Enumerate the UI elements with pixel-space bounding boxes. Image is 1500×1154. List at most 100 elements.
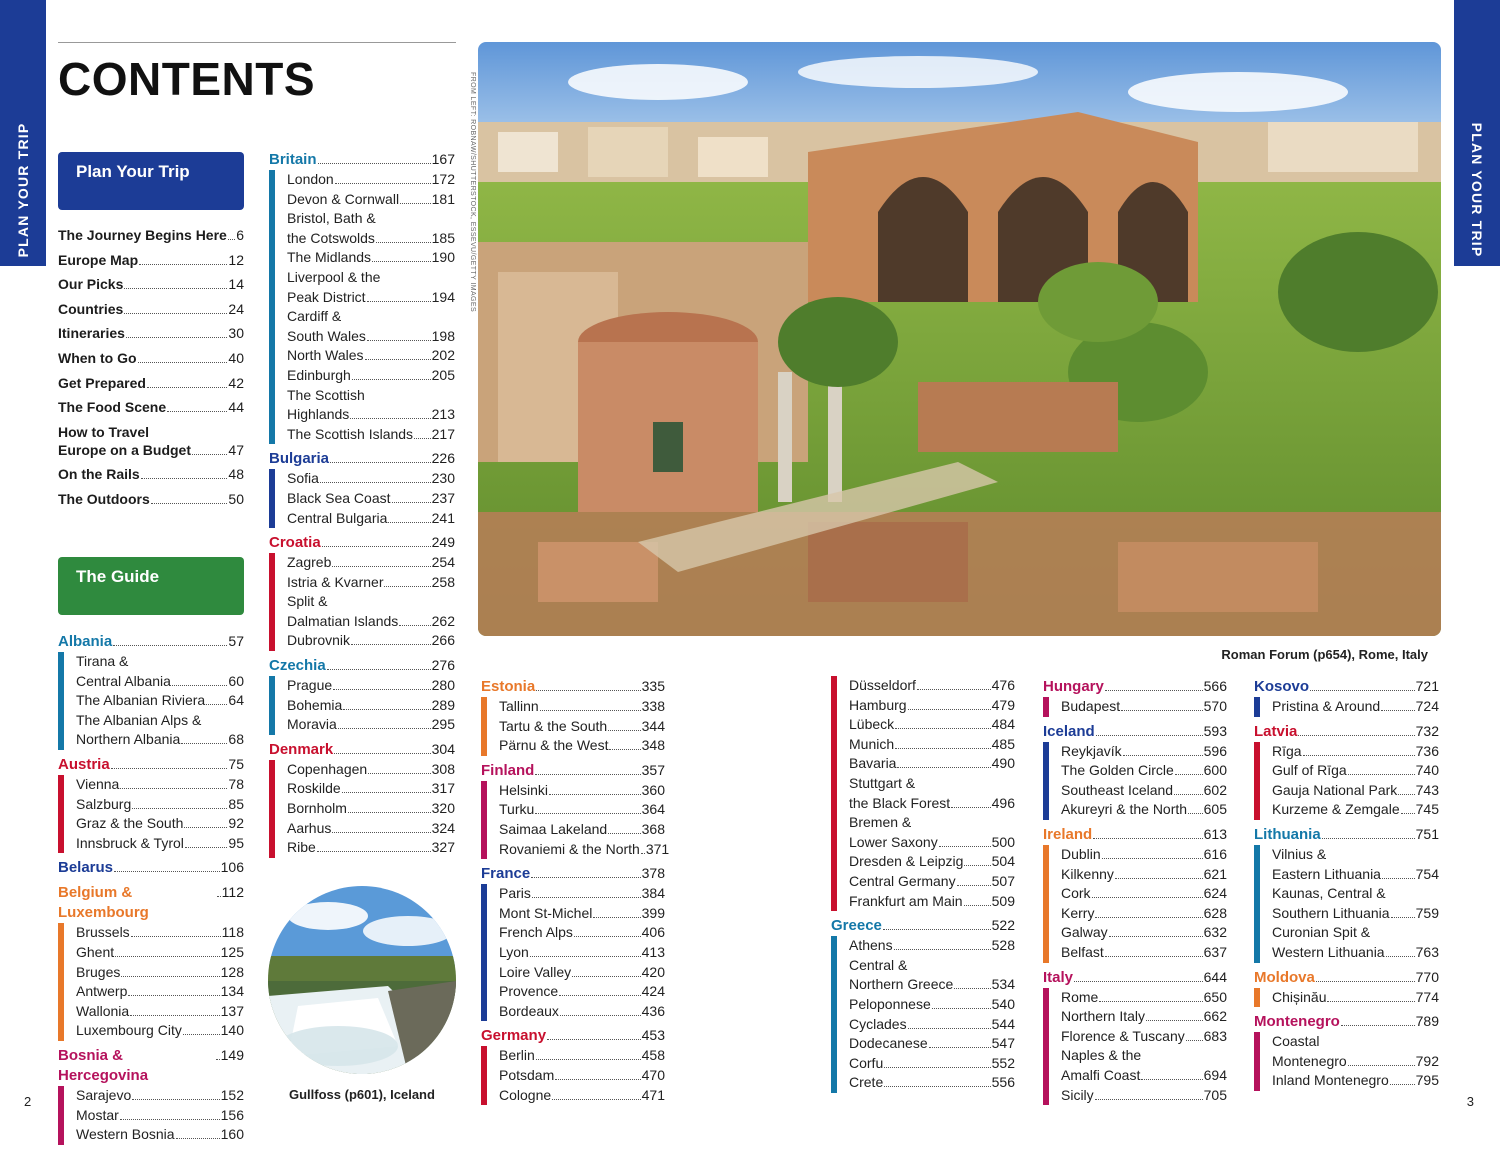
city-entry[interactable]: Central Bulgaria 241 [287, 509, 455, 529]
city-entry[interactable]: Inland Montenegro 795 [1272, 1071, 1439, 1091]
country-heading[interactable]: Denmark 304 [269, 739, 455, 760]
plan-item[interactable]: When to Go 40 [58, 349, 244, 367]
city-entry[interactable]: Bavaria 490 [849, 754, 1015, 774]
city-label-line1[interactable]: Stuttgart & [849, 774, 1015, 794]
city-entry[interactable]: Paris 384 [499, 884, 665, 904]
city-entry[interactable]: Prague 280 [287, 676, 455, 696]
city-entry[interactable]: Devon & Cornwall 181 [287, 190, 455, 210]
city-entry[interactable]: Cologne 471 [499, 1086, 665, 1106]
city-label-line1[interactable]: The Albanian Alps & [76, 711, 244, 731]
city-entry[interactable]: Graz & the South 92 [76, 814, 244, 834]
plan-item[interactable]: Get Prepared 42 [58, 374, 244, 392]
city-entry[interactable]: Edinburgh 205 [287, 366, 455, 386]
city-entry[interactable]: Amalfi Coast 694 [1061, 1066, 1227, 1086]
city-entry[interactable]: Düsseldorf 476 [849, 676, 1015, 696]
city-entry[interactable]: Rīga 736 [1272, 742, 1439, 762]
city-entry[interactable]: Western Lithuania 763 [1272, 943, 1439, 963]
city-entry[interactable]: Potsdam 470 [499, 1066, 665, 1086]
city-entry[interactable]: South Wales 198 [287, 327, 455, 347]
city-label-line1[interactable]: Bremen & [849, 813, 1015, 833]
city-entry[interactable]: Ribe 327 [287, 838, 455, 858]
country-heading[interactable]: Lithuania 751 [1254, 824, 1439, 845]
city-entry[interactable]: Moravia 295 [287, 715, 455, 735]
plan-item[interactable]: The Outdoors 50 [58, 490, 244, 508]
city-entry[interactable]: Northern Greece 534 [849, 975, 1015, 995]
city-entry[interactable]: Corfu 552 [849, 1054, 1015, 1074]
city-label-line1[interactable]: Kaunas, Central & [1272, 884, 1439, 904]
city-entry[interactable]: Southern Lithuania 759 [1272, 904, 1439, 924]
city-entry[interactable]: Helsinki 360 [499, 781, 665, 801]
city-label-line1[interactable]: Curonian Spit & [1272, 923, 1439, 943]
city-label-line1[interactable]: Central & [849, 956, 1015, 976]
city-entry[interactable]: Wallonia 137 [76, 1002, 244, 1022]
city-entry[interactable]: Peak District 194 [287, 288, 455, 308]
city-entry[interactable]: Pristina & Around 724 [1272, 697, 1439, 717]
city-entry[interactable]: Dalmatian Islands 262 [287, 612, 455, 632]
city-entry[interactable]: Dresden & Leipzig 504 [849, 852, 1015, 872]
city-entry[interactable]: Eastern Lithuania 754 [1272, 865, 1439, 885]
country-heading[interactable]: Hungary 566 [1043, 676, 1227, 697]
city-label-line1[interactable]: Split & [287, 592, 455, 612]
city-entry[interactable]: Provence 424 [499, 982, 665, 1002]
city-entry[interactable]: Crete 556 [849, 1073, 1015, 1093]
country-heading[interactable]: Austria 75 [58, 754, 244, 775]
city-entry[interactable]: London 172 [287, 170, 455, 190]
city-entry[interactable]: Reykjavík 596 [1061, 742, 1227, 762]
city-entry[interactable]: Copenhagen 308 [287, 760, 455, 780]
city-entry[interactable]: Pärnu & the West 348 [499, 736, 665, 756]
city-entry[interactable]: Northern Italy 662 [1061, 1007, 1227, 1027]
city-entry[interactable]: Central Germany 507 [849, 872, 1015, 892]
city-entry[interactable]: Northern Albania 68 [76, 730, 244, 750]
city-entry[interactable]: Hamburg 479 [849, 696, 1015, 716]
city-entry[interactable]: Galway 632 [1061, 923, 1227, 943]
city-entry[interactable]: Cyclades 544 [849, 1015, 1015, 1035]
city-entry[interactable]: Mostar 156 [76, 1106, 244, 1126]
city-label-line1[interactable]: Naples & the [1061, 1046, 1227, 1066]
city-entry[interactable]: Vienna 78 [76, 775, 244, 795]
city-entry[interactable]: Antwerp 134 [76, 982, 244, 1002]
plan-item[interactable]: Countries 24 [58, 300, 244, 318]
city-entry[interactable]: Turku 364 [499, 800, 665, 820]
city-entry[interactable]: Kerry 628 [1061, 904, 1227, 924]
country-heading[interactable]: Albania 57 [58, 631, 244, 652]
city-entry[interactable]: Southeast Iceland 602 [1061, 781, 1227, 801]
plan-item[interactable]: Itineraries 30 [58, 324, 244, 342]
country-heading[interactable]: Croatia 249 [269, 532, 455, 553]
country-heading[interactable]: France 378 [481, 863, 665, 884]
city-entry[interactable]: Akureyri & the North 605 [1061, 800, 1227, 820]
country-heading[interactable]: Ireland 613 [1043, 824, 1227, 845]
city-entry[interactable]: Chișinău 774 [1272, 988, 1439, 1008]
city-label-line1[interactable]: Tirana & [76, 652, 244, 672]
country-heading[interactable]: Germany 453 [481, 1025, 665, 1046]
city-entry[interactable]: Loire Valley 420 [499, 963, 665, 983]
city-entry[interactable]: Mont St-Michel 399 [499, 904, 665, 924]
city-entry[interactable]: The Scottish Islands 217 [287, 425, 455, 445]
city-entry[interactable]: Frankfurt am Main 509 [849, 892, 1015, 912]
city-entry[interactable]: Tallinn 338 [499, 697, 665, 717]
city-entry[interactable]: Berlin 458 [499, 1046, 665, 1066]
city-entry[interactable]: Munich 485 [849, 735, 1015, 755]
city-entry[interactable]: Peloponnese 540 [849, 995, 1015, 1015]
city-entry[interactable]: Saimaa Lakeland 368 [499, 820, 665, 840]
city-entry[interactable]: Bruges 128 [76, 963, 244, 983]
city-label-line1[interactable]: The Scottish [287, 386, 455, 406]
city-entry[interactable]: Cork 624 [1061, 884, 1227, 904]
city-entry[interactable]: Lübeck 484 [849, 715, 1015, 735]
city-entry[interactable]: Bordeaux 436 [499, 1002, 665, 1022]
city-label-line1[interactable]: Coastal [1272, 1032, 1439, 1052]
country-heading[interactable]: Estonia 335 [481, 676, 665, 697]
city-entry[interactable]: Highlands 213 [287, 405, 455, 425]
city-entry[interactable]: Budapest 570 [1061, 697, 1227, 717]
city-entry[interactable]: Bornholm 320 [287, 799, 455, 819]
city-entry[interactable]: Brussels 118 [76, 923, 244, 943]
city-entry[interactable]: Innsbruck & Tyrol 95 [76, 834, 244, 854]
country-heading[interactable]: Belarus 106 [58, 857, 244, 878]
city-entry[interactable]: Montenegro 792 [1272, 1052, 1439, 1072]
city-entry[interactable]: The Golden Circle 600 [1061, 761, 1227, 781]
country-heading[interactable]: Bulgaria 226 [269, 448, 455, 469]
city-entry[interactable]: Istria & Kvarner 258 [287, 573, 455, 593]
city-entry[interactable]: Black Sea Coast 237 [287, 489, 455, 509]
city-entry[interactable]: Salzburg 85 [76, 795, 244, 815]
city-entry[interactable]: Sofia 230 [287, 469, 455, 489]
country-heading[interactable]: Greece 522 [831, 915, 1015, 936]
